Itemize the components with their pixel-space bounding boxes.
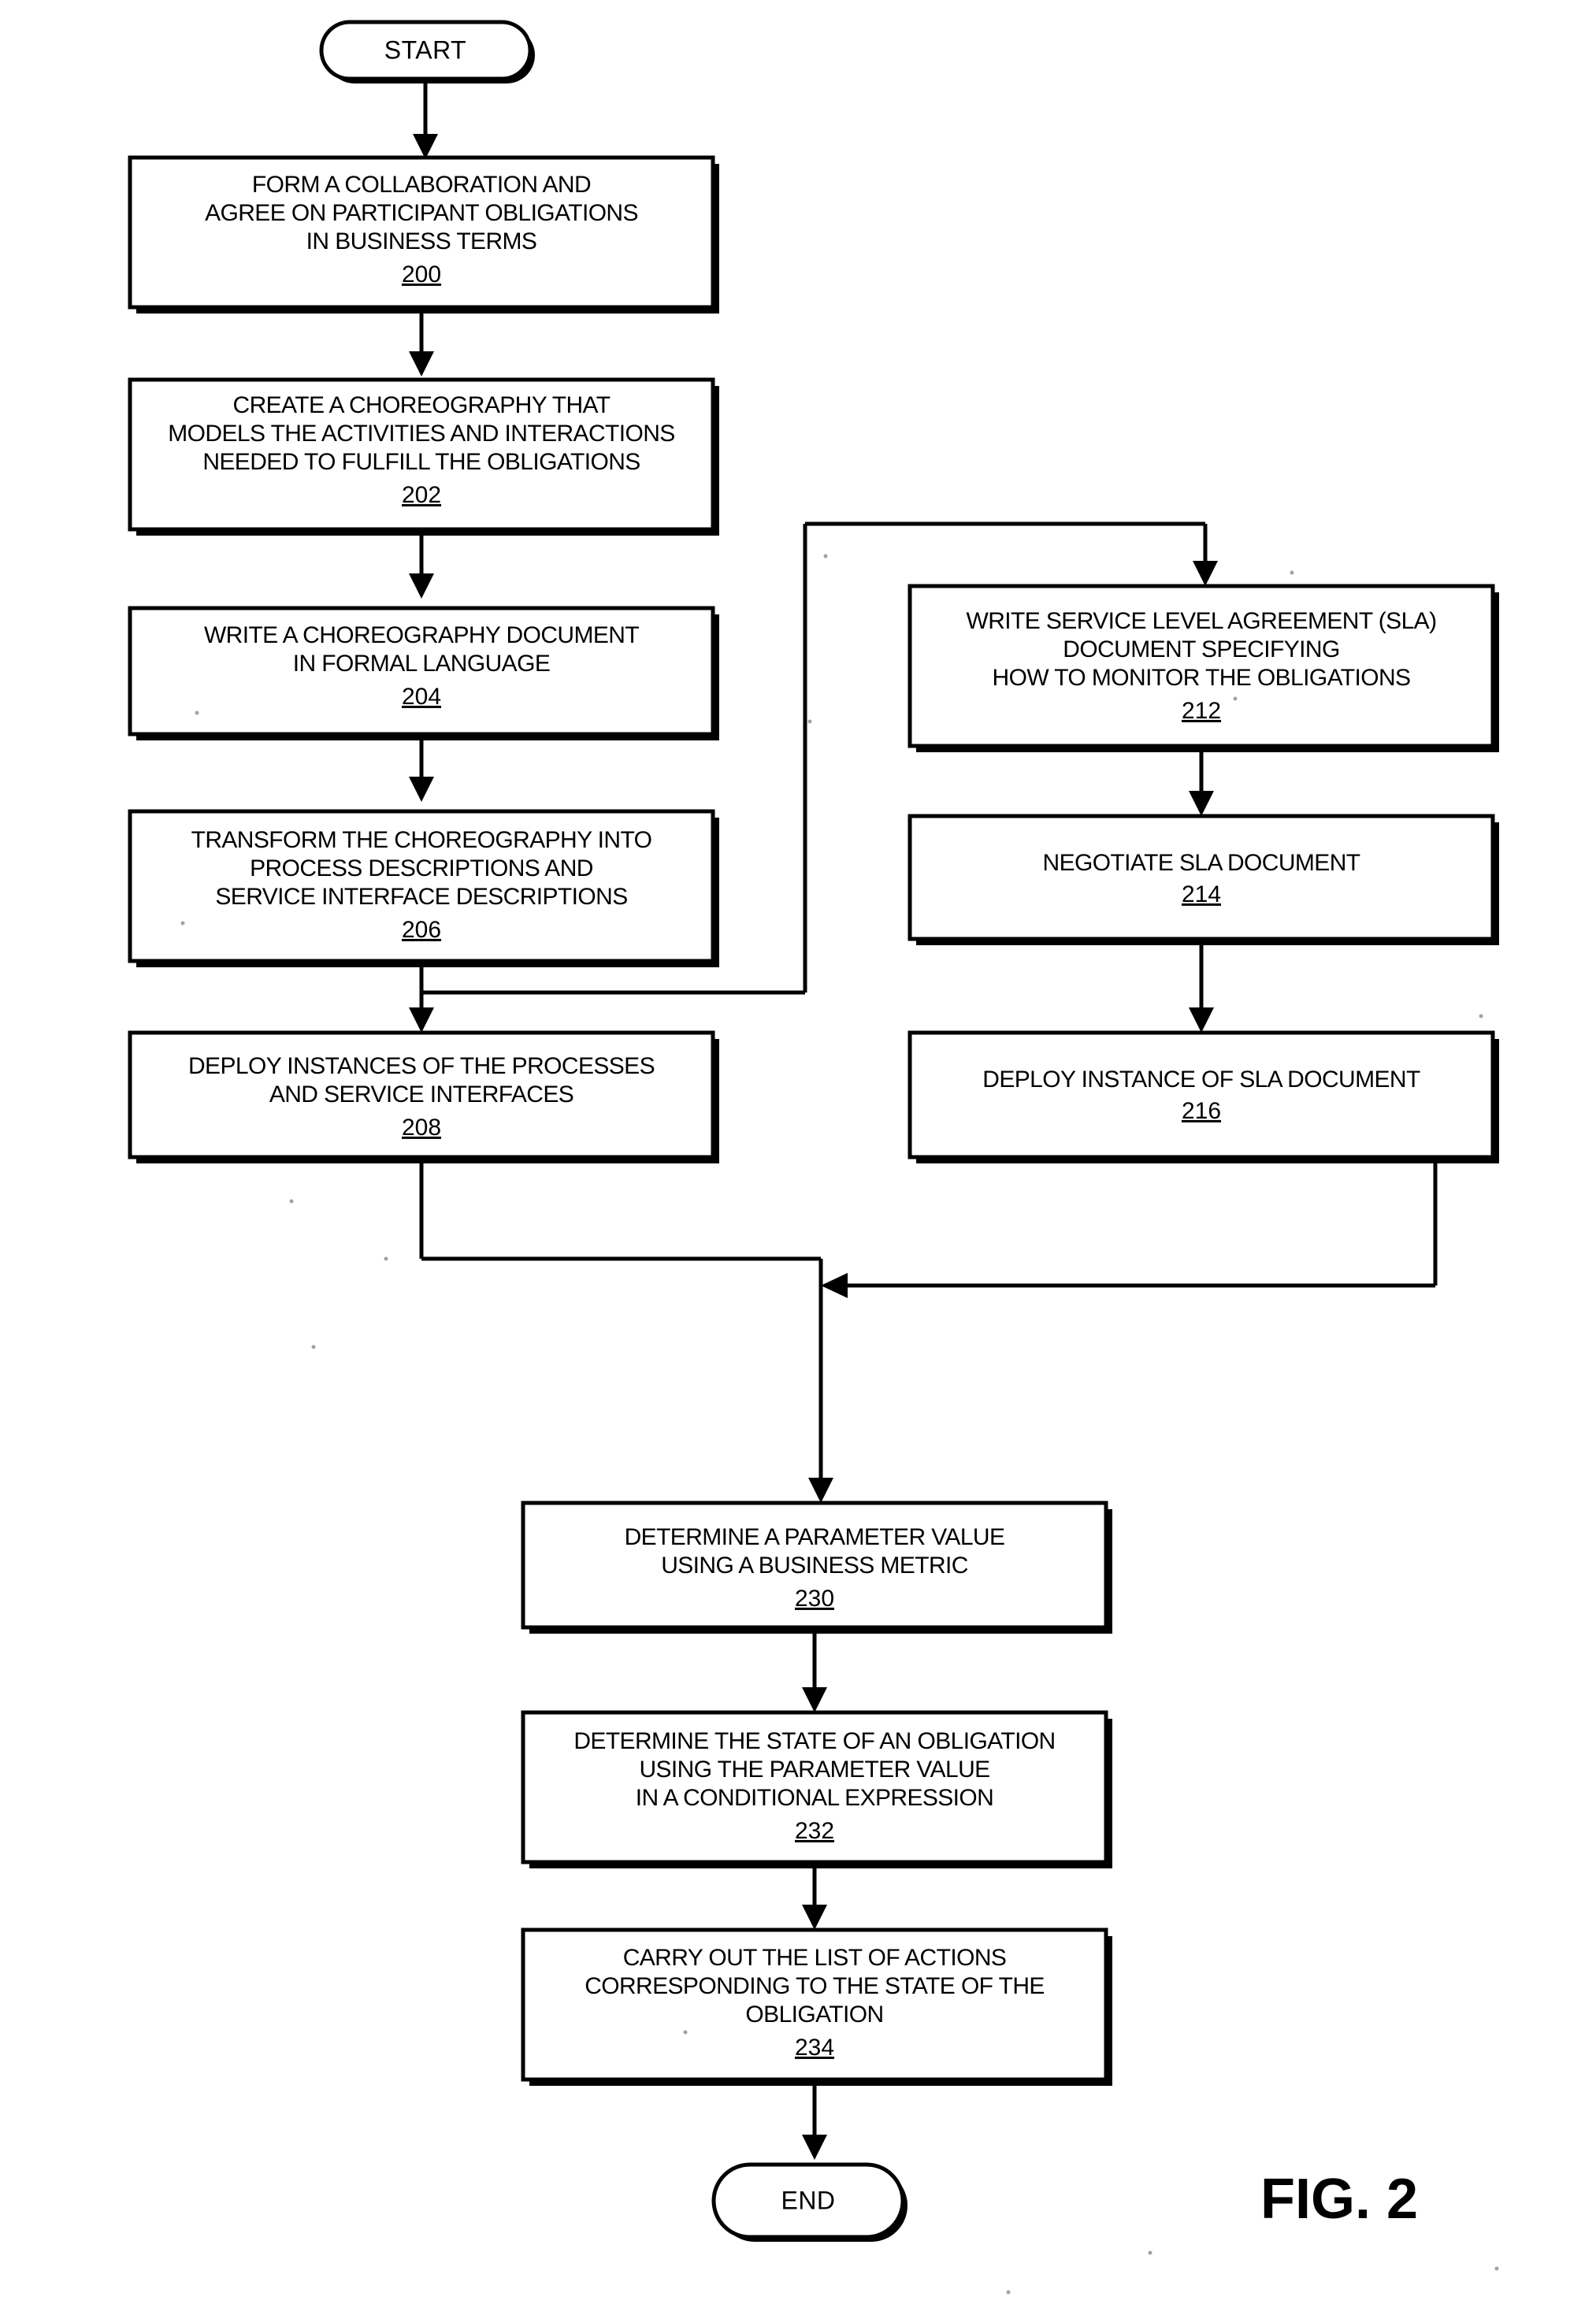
node-230: DETERMINE A PARAMETER VALUE USING A BUSI… xyxy=(521,1501,1112,1634)
end-label: END xyxy=(781,2186,835,2214)
box-206-line-1: TRANSFORM THE CHOREOGRAPHY INTO xyxy=(191,827,652,853)
node-232: DETERMINE THE STATE OF AN OBLIGATION USI… xyxy=(521,1710,1112,1868)
edge-200-to-202 xyxy=(409,307,434,377)
box-230-ref: 230 xyxy=(795,1586,834,1612)
node-200: FORM A COLLABORATION AND AGREE ON PARTIC… xyxy=(128,155,719,314)
edge-212-to-214 xyxy=(1189,746,1214,816)
box-234-line-2: CORRESPONDING TO THE STATE OF THE xyxy=(585,1973,1045,1999)
figure-page: START FORM A COLLABORATION AND AGREE ON … xyxy=(0,0,1596,2304)
box-230-line-1: DETERMINE A PARAMETER VALUE xyxy=(625,1524,1005,1550)
box-232-line-2: USING THE PARAMETER VALUE xyxy=(639,1757,989,1783)
box-202-line-1: CREATE A CHOREOGRAPHY THAT xyxy=(233,392,611,418)
edge-216-to-230 xyxy=(821,1157,1438,1298)
box-200-ref: 200 xyxy=(402,262,441,288)
node-216: DEPLOY INSTANCE OF SLA DOCUMENT 216 xyxy=(907,1030,1499,1163)
box-214-line-1: NEGOTIATE SLA DOCUMENT xyxy=(1043,850,1360,876)
box-212-ref: 212 xyxy=(1182,698,1221,724)
edge-232-to-234 xyxy=(802,1862,827,1930)
edge-202-to-204 xyxy=(409,529,434,599)
node-208: DEPLOY INSTANCES OF THE PROCESSES AND SE… xyxy=(128,1030,719,1163)
node-start: START xyxy=(319,20,535,83)
box-212-line-1: WRITE SERVICE LEVEL AGREEMENT (SLA) xyxy=(967,608,1437,634)
box-204-ref: 204 xyxy=(402,684,441,710)
box-200-line-1: FORM A COLLABORATION AND xyxy=(252,172,591,198)
box-216-ref: 216 xyxy=(1182,1098,1221,1124)
box-204-line-2: IN FORMAL LANGUAGE xyxy=(293,651,550,677)
box-232-line-3: IN A CONDITIONAL EXPRESSION xyxy=(636,1785,993,1811)
box-212-line-3: HOW TO MONITOR THE OBLIGATIONS xyxy=(993,665,1411,691)
node-204: WRITE A CHOREOGRAPHY DOCUMENT IN FORMAL … xyxy=(128,606,719,740)
box-206-ref: 206 xyxy=(402,917,441,943)
flowchart-canvas: START FORM A COLLABORATION AND AGREE ON … xyxy=(128,20,1499,2295)
node-end: END xyxy=(711,2162,907,2242)
box-232-ref: 232 xyxy=(795,1818,834,1844)
box-208-line-1: DEPLOY INSTANCES OF THE PROCESSES xyxy=(188,1053,655,1079)
box-206-line-3: SERVICE INTERFACE DESCRIPTIONS xyxy=(215,884,627,910)
box-206-line-2: PROCESS DESCRIPTIONS AND xyxy=(250,855,593,881)
node-214: NEGOTIATE SLA DOCUMENT 214 xyxy=(907,814,1499,945)
box-214-shape xyxy=(907,814,1495,941)
edge-206-to-208 xyxy=(409,961,434,1033)
box-204-line-1: WRITE A CHOREOGRAPHY DOCUMENT xyxy=(204,622,639,648)
box-212-line-2: DOCUMENT SPECIFYING xyxy=(1063,636,1339,662)
edge-230-to-232 xyxy=(802,1627,827,1712)
box-202-ref: 202 xyxy=(402,482,441,508)
figure-label: FIG. 2 xyxy=(1260,2168,1418,2231)
node-202: CREATE A CHOREOGRAPHY THAT MODELS THE AC… xyxy=(128,377,719,536)
node-212: WRITE SERVICE LEVEL AGREEMENT (SLA) DOCU… xyxy=(907,584,1499,752)
box-216-line-1: DEPLOY INSTANCE OF SLA DOCUMENT xyxy=(982,1067,1420,1093)
box-216-shape xyxy=(907,1030,1495,1159)
edge-214-to-216 xyxy=(1189,939,1214,1033)
box-202-line-3: NEEDED TO FULFILL THE OBLIGATIONS xyxy=(202,449,640,475)
box-200-line-3: IN BUSINESS TERMS xyxy=(306,228,537,254)
edge-208-to-230 xyxy=(419,1157,833,1503)
start-label: START xyxy=(384,35,466,64)
box-214-ref: 214 xyxy=(1182,881,1221,907)
box-234-line-3: OBLIGATION xyxy=(745,2002,883,2028)
box-200-line-2: AGREE ON PARTICIPANT OBLIGATIONS xyxy=(205,200,638,226)
box-208-line-2: AND SERVICE INTERFACES xyxy=(269,1082,573,1107)
edge-204-to-206 xyxy=(409,734,434,802)
box-234-ref: 234 xyxy=(795,2035,834,2061)
box-234-line-1: CARRY OUT THE LIST OF ACTIONS xyxy=(623,1945,1007,1971)
node-206: TRANSFORM THE CHOREOGRAPHY INTO PROCESS … xyxy=(128,809,719,967)
edge-start-to-200 xyxy=(413,79,438,159)
box-232-line-1: DETERMINE THE STATE OF AN OBLIGATION xyxy=(573,1728,1055,1754)
edge-234-to-end xyxy=(802,2080,827,2160)
box-230-line-2: USING A BUSINESS METRIC xyxy=(661,1553,968,1579)
node-234: CARRY OUT THE LIST OF ACTIONS CORRESPOND… xyxy=(521,1927,1112,2086)
box-208-ref: 208 xyxy=(402,1115,441,1141)
box-202-line-2: MODELS THE ACTIVITIES AND INTERACTIONS xyxy=(168,421,674,447)
